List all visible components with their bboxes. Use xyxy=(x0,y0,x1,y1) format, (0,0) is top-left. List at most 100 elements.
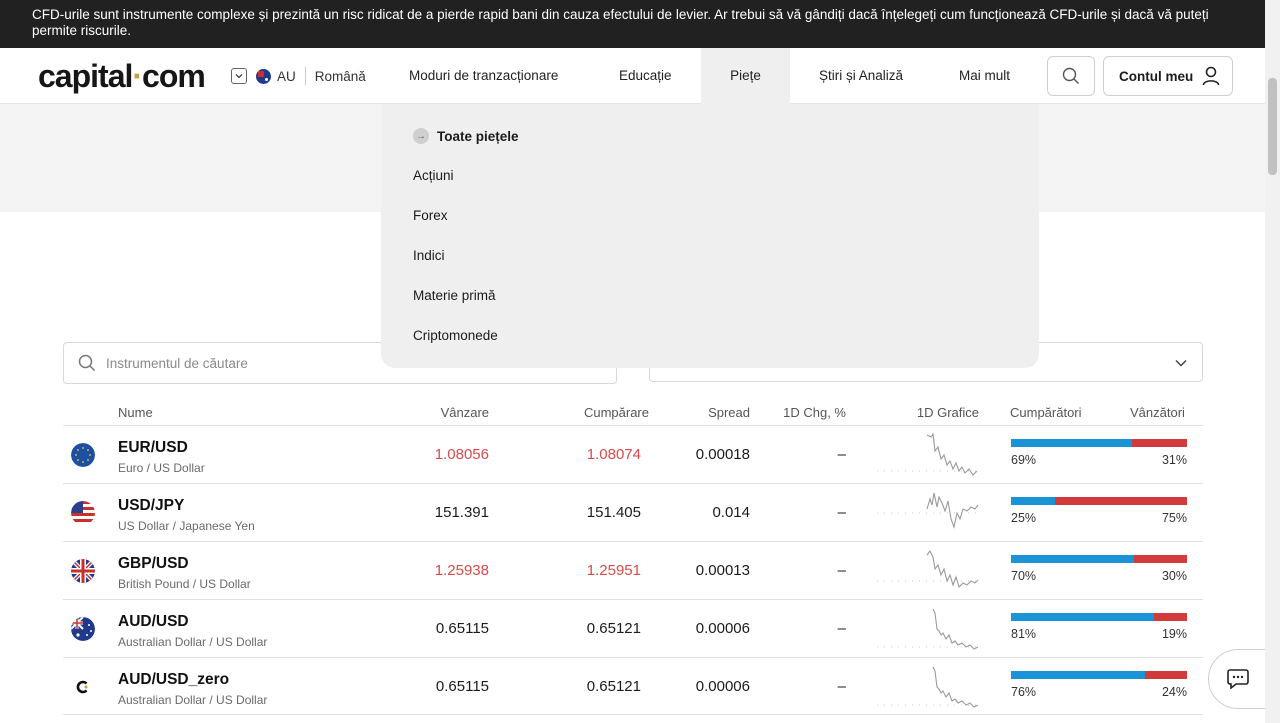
region-language-selector[interactable]: AU Română xyxy=(231,67,366,85)
header-sell: Vânzare xyxy=(440,405,489,420)
header-name: Nume xyxy=(118,405,153,420)
instrument-symbol[interactable]: USD/JPY xyxy=(118,497,184,515)
nav-news-analysis[interactable]: Știri și Analiză xyxy=(819,48,903,104)
australia-flag-icon xyxy=(71,617,95,641)
sell-price[interactable]: 0.65115 xyxy=(389,678,489,695)
sell-price[interactable]: 0.65115 xyxy=(389,620,489,637)
header-chart: 1D Grafice xyxy=(916,405,979,420)
table-row[interactable]: AUD/USD_zero Australian Dollar / US Doll… xyxy=(63,657,1203,715)
sparkline-chart xyxy=(877,492,979,529)
buyers-bar xyxy=(1011,613,1154,621)
sell-price[interactable]: 1.25938 xyxy=(389,562,489,579)
sellers-bar xyxy=(1055,497,1187,505)
buyers-bar xyxy=(1011,555,1135,563)
logo-tld: com xyxy=(142,58,206,94)
table-row[interactable]: AUD/USD Australian Dollar / US Dollar 0.… xyxy=(63,599,1203,657)
instrument-symbol[interactable]: EUR/USD xyxy=(118,439,188,457)
nav-markets[interactable]: Piețe xyxy=(701,48,790,104)
region-divider xyxy=(304,67,306,85)
sell-price[interactable]: 1.08056 xyxy=(389,446,489,463)
sellers-percent: 19% xyxy=(1161,627,1187,641)
sellers-bar xyxy=(1132,439,1187,447)
instrument-description: US Dollar / Japanese Yen xyxy=(118,519,255,533)
instrument-description: British Pound / US Dollar xyxy=(118,577,251,591)
sparkline-chart xyxy=(877,666,979,708)
account-label: Contul meu xyxy=(1119,68,1194,84)
header-buyers: Cumpărători xyxy=(1010,405,1082,420)
sentiment-bar xyxy=(1011,497,1187,505)
capital-com-logo[interactable]: capital·com xyxy=(38,58,206,94)
buyers-percent: 25% xyxy=(1011,511,1037,525)
user-icon xyxy=(1202,66,1220,86)
table-row[interactable]: GBP/USD British Pound / US Dollar 1.2593… xyxy=(63,541,1203,599)
chevron-down-icon xyxy=(1175,359,1187,367)
eu-flag-icon xyxy=(71,443,95,467)
search-icon xyxy=(78,354,96,372)
buyers-bar xyxy=(1011,497,1055,505)
buyers-percent: 70% xyxy=(1011,569,1037,583)
header-spread: Spread xyxy=(708,405,750,420)
change-value: – xyxy=(837,504,846,521)
spread-value: 0.014 xyxy=(712,504,750,521)
sentiment-bar xyxy=(1011,555,1187,563)
spread-value: 0.00018 xyxy=(695,446,750,463)
instrument-symbol[interactable]: AUD/USD_zero xyxy=(118,671,229,689)
header-buy: Cumpărare xyxy=(583,405,649,420)
buyers-percent: 76% xyxy=(1011,685,1037,699)
buy-price[interactable]: 0.65121 xyxy=(541,620,641,637)
sellers-percent: 24% xyxy=(1161,685,1187,699)
change-value: – xyxy=(837,446,846,463)
instrument-symbol[interactable]: GBP/USD xyxy=(118,555,189,573)
chat-icon xyxy=(1227,669,1249,689)
menu-item-all-markets[interactable]: → Toate piețele xyxy=(413,128,519,144)
page-scrollbar[interactable] xyxy=(1265,0,1280,723)
instrument-symbol[interactable]: AUD/USD xyxy=(118,613,189,631)
sentiment-bar xyxy=(1011,613,1187,621)
nav-more[interactable]: Mai mult xyxy=(959,48,1010,104)
buyers-bar xyxy=(1011,439,1133,447)
menu-item-shares[interactable]: Acțiuni xyxy=(413,168,454,183)
risk-warning-text: CFD-urile sunt instrumente complexe și p… xyxy=(32,7,1209,38)
my-account-button[interactable]: Contul meu xyxy=(1103,56,1233,96)
sentiment-bar xyxy=(1011,671,1187,679)
menu-item-forex[interactable]: Forex xyxy=(413,208,448,223)
change-value: – xyxy=(837,562,846,579)
menu-item-label: Toate piețele xyxy=(437,128,519,144)
risk-warning-banner: CFD-urile sunt instrumente complexe și p… xyxy=(0,0,1265,48)
nav-trading-modes[interactable]: Moduri de tranzacționare xyxy=(409,48,558,104)
buy-price[interactable]: 1.08074 xyxy=(541,446,641,463)
us-flag-icon xyxy=(71,501,95,525)
logo-dot: · xyxy=(132,58,143,94)
markets-dropdown-menu: → Toate piețele Acțiuni Forex Indici Mat… xyxy=(381,104,1039,368)
spread-value: 0.00013 xyxy=(695,562,750,579)
sparkline-chart xyxy=(877,608,979,650)
spread-value: 0.00006 xyxy=(695,678,750,695)
buy-price[interactable]: 1.25951 xyxy=(541,562,641,579)
menu-item-commodities[interactable]: Materie primă xyxy=(413,288,496,303)
sellers-percent: 30% xyxy=(1161,569,1187,583)
logo-main: capital xyxy=(38,58,133,94)
header-search-button[interactable] xyxy=(1047,56,1095,96)
region-code: AU xyxy=(277,68,296,84)
menu-item-indices[interactable]: Indici xyxy=(413,248,445,263)
sellers-percent: 31% xyxy=(1161,453,1187,467)
buyers-percent: 81% xyxy=(1011,627,1037,641)
menu-item-crypto[interactable]: Criptomonede xyxy=(413,328,498,343)
sell-price[interactable]: 151.391 xyxy=(389,504,489,521)
sparkline-chart xyxy=(877,432,979,476)
table-row[interactable]: USD/JPY US Dollar / Japanese Yen 151.391… xyxy=(63,483,1203,541)
chat-button[interactable] xyxy=(1208,649,1268,709)
header-change: 1D Chg, % xyxy=(783,405,846,420)
sellers-bar xyxy=(1153,613,1187,621)
australia-flag-icon xyxy=(256,68,271,84)
buyers-percent: 69% xyxy=(1011,453,1037,467)
buyers-bar xyxy=(1011,671,1145,679)
nav-education[interactable]: Educație xyxy=(619,48,672,104)
scrollbar-thumb[interactable] xyxy=(1268,78,1277,175)
instrument-description: Australian Dollar / US Dollar xyxy=(118,635,268,649)
instrument-description: Australian Dollar / US Dollar xyxy=(118,693,268,707)
instrument-description: Euro / US Dollar xyxy=(118,461,205,475)
table-row[interactable]: EUR/USD Euro / US Dollar 1.08056 1.08074… xyxy=(63,425,1203,483)
buy-price[interactable]: 0.65121 xyxy=(541,678,641,695)
buy-price[interactable]: 151.405 xyxy=(541,504,641,521)
